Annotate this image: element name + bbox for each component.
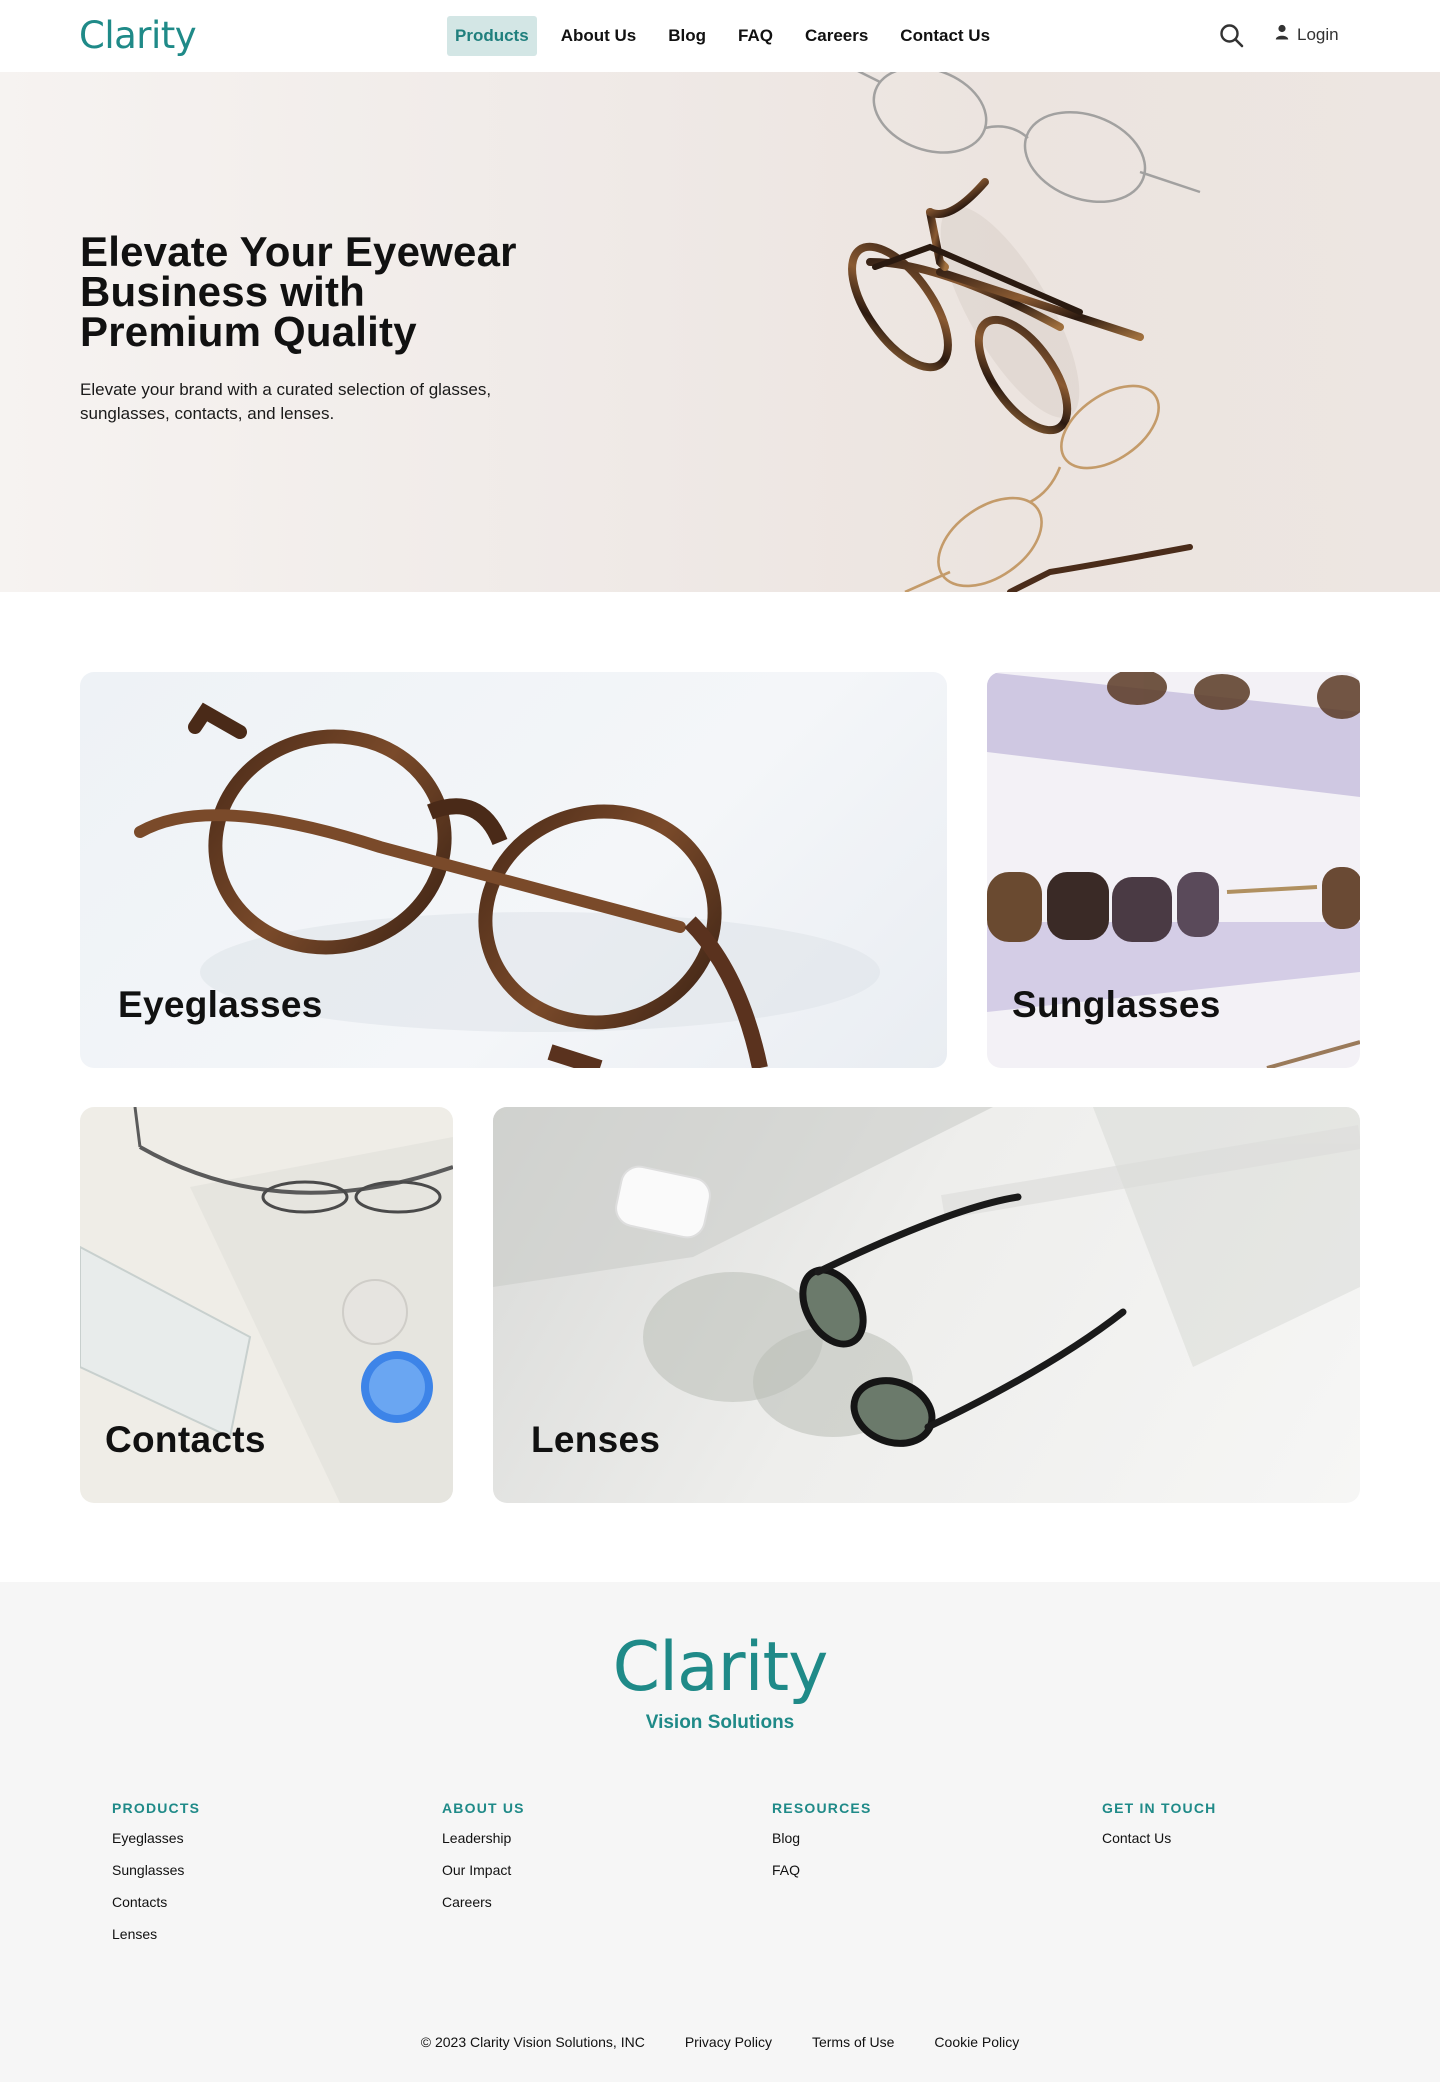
cookie-policy-link[interactable]: Cookie Policy	[934, 2034, 1019, 2050]
footer-column-products: PRODUCTS Eyeglasses Sunglasses Contacts …	[112, 1800, 200, 1958]
hero-subtitle: Elevate your brand with a curated select…	[80, 380, 492, 423]
footer-heading-get-in-touch: GET IN TOUCH	[1102, 1800, 1217, 1816]
search-icon[interactable]	[1218, 22, 1246, 50]
footer-link-eyeglasses[interactable]: Eyeglasses	[112, 1830, 200, 1846]
footer-link-faq[interactable]: FAQ	[772, 1862, 871, 1878]
footer-tagline: Vision Solutions	[645, 1712, 795, 1733]
product-card-contacts[interactable]: Contacts	[80, 1107, 453, 1503]
product-card-sunglasses[interactable]: Sunglasses	[987, 672, 1360, 1068]
terms-of-use-link[interactable]: Terms of Use	[812, 2034, 894, 2050]
footer-heading-resources: RESOURCES	[772, 1800, 872, 1816]
footer-column-get-in-touch: GET IN TOUCH Contact Us	[1102, 1800, 1216, 1862]
footer-legal-bar: © 2023 Clarity Vision Solutions, INC Pri…	[0, 2034, 1440, 2050]
hero-glasses-image	[848, 72, 1201, 592]
nav-item-contact-us[interactable]: Contact Us	[892, 16, 998, 56]
card-label-lenses: Lenses	[531, 1419, 661, 1460]
footer-link-lenses[interactable]: Lenses	[112, 1926, 200, 1942]
footer-link-our-impact[interactable]: Our Impact	[442, 1862, 525, 1878]
login-button[interactable]: Login	[1275, 24, 1339, 45]
login-label: Login	[1297, 24, 1339, 44]
footer-link-contacts[interactable]: Contacts	[112, 1894, 200, 1910]
product-card-lenses[interactable]: Lenses	[493, 1107, 1360, 1503]
site-header: Clarity Products About Us Blog FAQ Caree…	[0, 0, 1440, 72]
site-footer: Clarity Vision Solutions PRODUCTS Eyegla…	[0, 1582, 1440, 2082]
nav-item-faq[interactable]: FAQ	[730, 16, 781, 56]
nav-item-about-us[interactable]: About Us	[553, 16, 645, 56]
product-card-eyeglasses[interactable]: Eyeglasses	[80, 672, 947, 1068]
card-label-eyeglasses: Eyeglasses	[118, 984, 323, 1025]
hero-content: Elevate Your Eyewear Business with Premi…	[80, 228, 550, 426]
copyright-text: © 2023 Clarity Vision Solutions, INC	[420, 2034, 645, 2050]
footer-link-contact-us[interactable]: Contact Us	[1102, 1830, 1216, 1846]
footer-heading-products: PRODUCTS	[112, 1800, 201, 1816]
footer-column-resources: RESOURCES Blog FAQ	[772, 1800, 871, 1894]
footer-heading-about-us: ABOUT US	[442, 1800, 525, 1816]
nav-item-products[interactable]: Products	[447, 16, 537, 56]
product-grid: Eyeglasses Sunglasses Contacts Lenses	[0, 592, 1440, 1582]
card-label-contacts: Contacts	[105, 1419, 266, 1460]
footer-column-about-us: ABOUT US Leadership Our Impact Careers	[442, 1800, 525, 1926]
privacy-policy-link[interactable]: Privacy Policy	[685, 2034, 772, 2050]
footer-link-sunglasses[interactable]: Sunglasses	[112, 1862, 200, 1878]
nav-item-careers[interactable]: Careers	[797, 16, 876, 56]
main-nav: Products About Us Blog FAQ Careers Conta…	[447, 16, 1014, 56]
header-logo[interactable]: Clarity	[79, 14, 197, 57]
footer-logo[interactable]: Clarity	[0, 1628, 1440, 1707]
footer-link-blog[interactable]: Blog	[772, 1830, 871, 1846]
nav-item-blog[interactable]: Blog	[660, 16, 714, 56]
hero-title: Elevate Your Eyewear Business with Premi…	[80, 228, 517, 355]
footer-link-leadership[interactable]: Leadership	[442, 1830, 525, 1846]
user-icon	[1275, 24, 1289, 45]
hero-banner: Elevate Your Eyewear Business with Premi…	[0, 72, 1440, 592]
card-label-sunglasses: Sunglasses	[1012, 984, 1221, 1025]
footer-link-careers[interactable]: Careers	[442, 1894, 525, 1910]
